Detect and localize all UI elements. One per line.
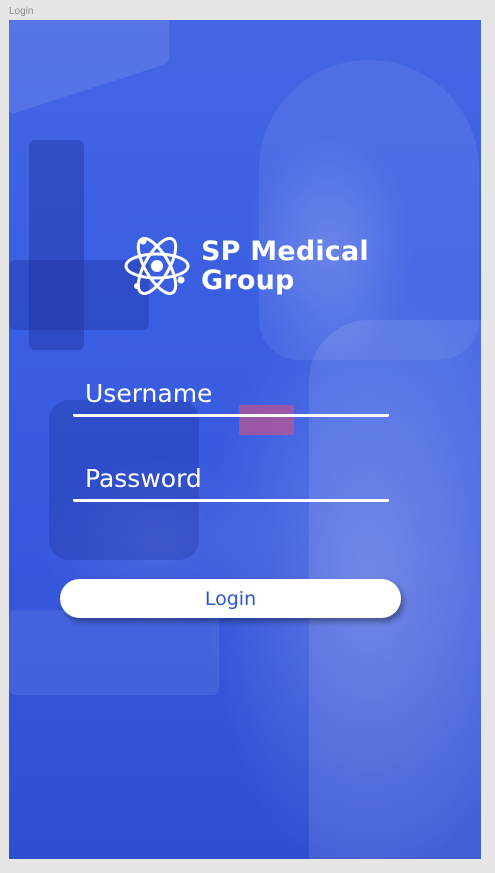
- background-shape: [9, 610, 219, 695]
- brand-name-line2: Group: [201, 265, 295, 296]
- login-screen: SP Medical Group Login: [9, 20, 481, 859]
- username-field: [73, 372, 389, 417]
- brand-name-line1: SP Medical: [201, 236, 369, 267]
- background-shape: [259, 60, 479, 360]
- artboard-label: Login: [9, 6, 34, 17]
- brand-name: SP Medical Group: [201, 237, 369, 295]
- atom-icon: [124, 236, 190, 296]
- username-input[interactable]: [73, 372, 389, 414]
- password-input[interactable]: [73, 457, 389, 499]
- background-photo: [9, 20, 481, 859]
- login-button[interactable]: Login: [60, 579, 401, 618]
- background-shape: [9, 20, 169, 115]
- brand-logo: SP Medical Group: [123, 228, 369, 304]
- password-field: [73, 457, 389, 502]
